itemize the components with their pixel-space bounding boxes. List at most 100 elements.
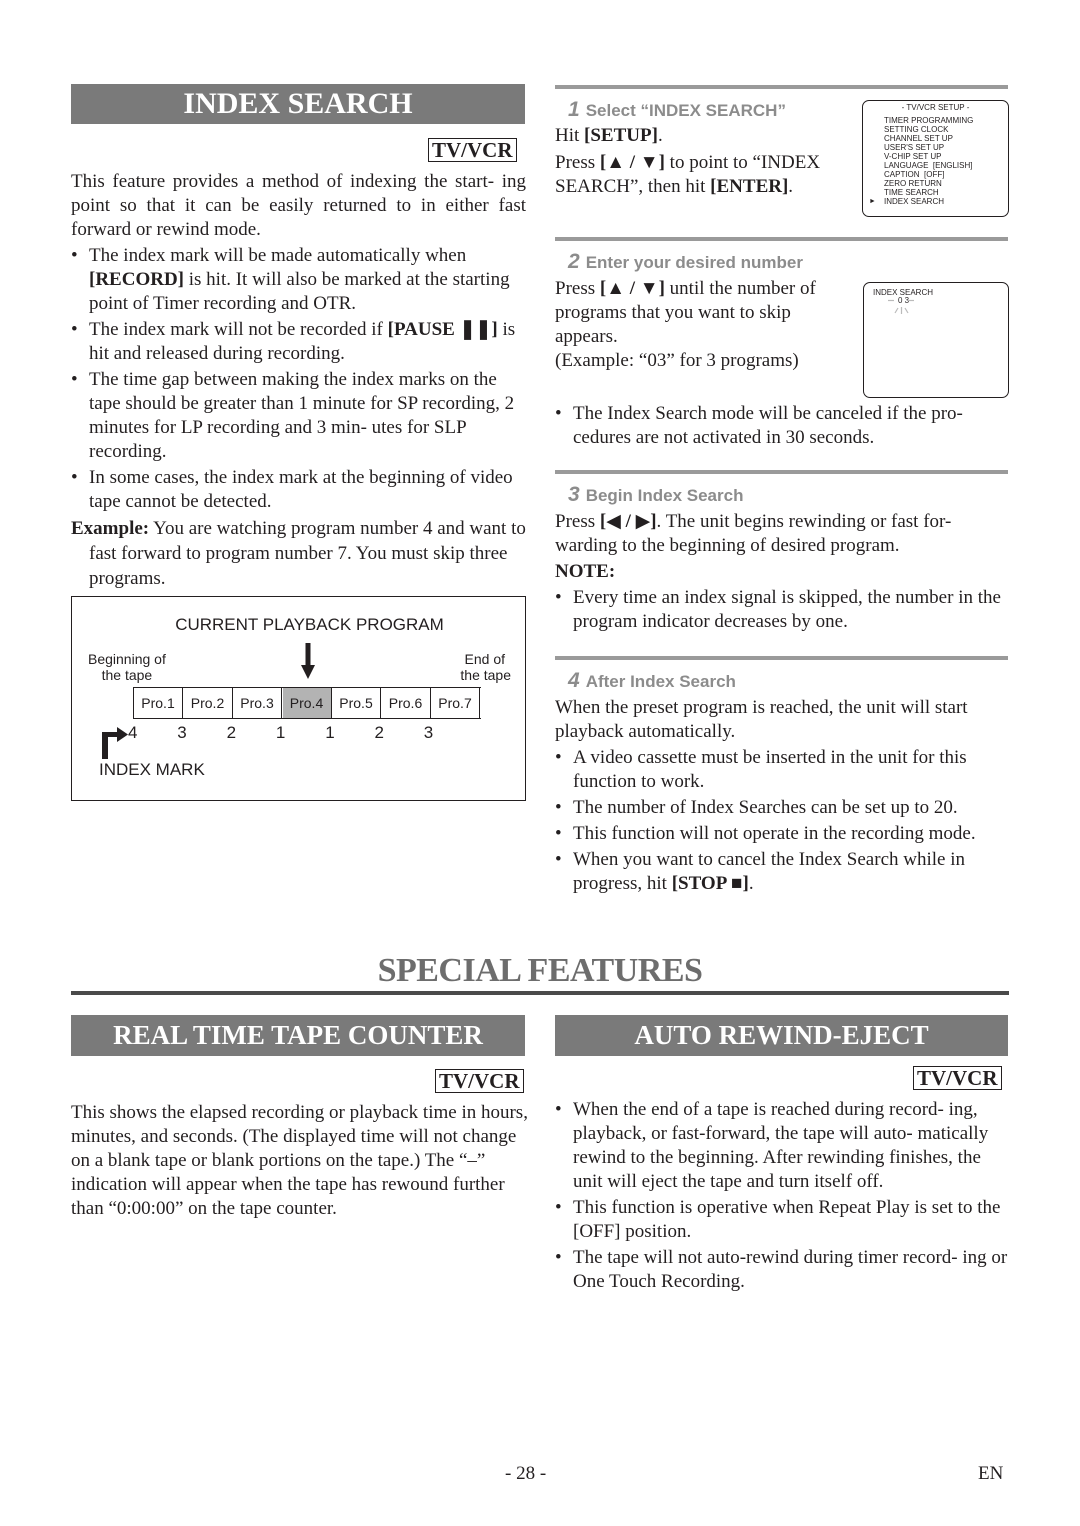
step-number: 3 xyxy=(568,483,580,506)
up-down-key: [▲ / ▼] xyxy=(599,152,665,173)
bullet-text: The index mark will not be recorded if xyxy=(89,319,388,340)
special-features-rule xyxy=(71,991,1009,995)
index-number: 2 xyxy=(374,723,384,742)
program-cell: Pro.4 xyxy=(282,688,332,718)
menu-item: SETTING CLOCK xyxy=(884,125,949,134)
step-2-bullet: The Index Search mode will be canceled i… xyxy=(555,402,1008,450)
label-line: the tape xyxy=(460,667,511,683)
step-4-divider xyxy=(555,656,1008,660)
text: . xyxy=(657,125,663,146)
tv-vcr-badge: TV/VCR xyxy=(913,1066,1002,1090)
example-label: Example: xyxy=(71,518,150,539)
program-cell: Pro.5 xyxy=(332,688,381,718)
step-number: 4 xyxy=(568,669,580,692)
menu-item: USER'S SET UP xyxy=(884,143,945,152)
menu-item: TIMER PROGRAMMING xyxy=(884,116,974,125)
program-strip: Pro.1 Pro.2 Pro.3 Pro.4 Pro.5 Pro.6 Pro.7 xyxy=(133,687,481,719)
index-mark-diagram: CURRENT PLAYBACK PROGRAM Beginning of th… xyxy=(71,596,526,801)
step-4-heading: 4 After Index Search xyxy=(568,669,736,693)
step-title: Select “INDEX SEARCH” xyxy=(585,101,786,120)
text: Press xyxy=(555,152,600,173)
index-number: 1 xyxy=(325,723,335,742)
step-1-heading: 1 Select “INDEX SEARCH” xyxy=(568,98,786,122)
bullet-text: When you want to cancel the Index Search… xyxy=(573,849,965,894)
menu-item: ZERO RETURN xyxy=(884,179,942,188)
step-1-divider xyxy=(555,85,1008,89)
index-number: 4 xyxy=(128,723,138,742)
language-code: EN xyxy=(978,1463,1004,1484)
bullet-item: The number of Index Searches can be set … xyxy=(555,796,1010,820)
menu-list: TIMER PROGRAMMING SETTING CLOCK CHANNEL SE… xyxy=(863,116,1008,206)
example-paragraph: Example: You are watching program number… xyxy=(71,516,526,591)
tv-vcr-badge: TV/VCR xyxy=(428,138,517,162)
page-number: - 28 - xyxy=(505,1463,547,1484)
current-program-arrow-icon xyxy=(301,643,315,684)
index-number: 1 xyxy=(275,723,286,742)
label-line: Beginning of xyxy=(88,651,166,667)
menu-header: - TV/VCR SETUP - xyxy=(901,103,970,112)
menu-item: CHANNEL SET UP xyxy=(884,134,953,143)
menu-item: TIME SEARCH xyxy=(884,188,939,197)
bullet-text: The index mark will be made automaticall… xyxy=(89,245,467,266)
step-2-divider xyxy=(555,237,1008,241)
program-cell: Pro.3 xyxy=(233,688,282,718)
index-number-row: 4 3 2 1 1 2 3 xyxy=(72,723,525,745)
enter-key: [ENTER] xyxy=(710,176,789,197)
step-3-text: Press [◀ / ▶]. The unit begins rewinding… xyxy=(555,510,1005,634)
index-mark-label: INDEX MARK xyxy=(99,760,205,779)
index-search-intro: This feature provides a method of indexi… xyxy=(71,171,526,240)
step-3-instruction: Press [◀ / ▶]. The unit begins rewinding… xyxy=(555,510,1005,558)
text: Press xyxy=(555,511,600,532)
diagram-title: CURRENT PLAYBACK PROGRAM xyxy=(175,615,444,634)
text: . xyxy=(788,176,794,197)
setup-key: [SETUP] xyxy=(584,125,658,146)
menu-item: CAPTION [OFF] xyxy=(884,170,945,179)
index-search-title: INDEX SEARCH xyxy=(71,84,525,124)
bullet-text: The number of Index Searches can be set … xyxy=(573,797,958,818)
blink-icon xyxy=(886,296,918,318)
index-number: 3 xyxy=(423,723,434,742)
real-time-counter-text: This shows the elapsed recording or play… xyxy=(71,1102,528,1219)
auto-rewind-eject-title: AUTO REWIND-EJECT xyxy=(555,1015,1008,1056)
bullet-item: The time gap between making the index ma… xyxy=(71,368,526,464)
text: Press xyxy=(555,278,600,299)
step-1-line-2: Press [▲ / ▼] to point to “INDEX SEARCH”… xyxy=(555,151,850,199)
auto-rewind-bullets: When the end of a tape is reached during… xyxy=(555,1098,1010,1294)
menu-item: LANGUAGE [ENGLISH] xyxy=(884,161,973,170)
bullet-text: The time gap between making the index ma… xyxy=(89,369,515,462)
setup-menu-screen: - TV/VCR SETUP - TIMER PROGRAMMING SETTIN… xyxy=(862,100,1009,217)
bullet-item: In some cases, the index mark at the beg… xyxy=(71,466,526,514)
rew-ff-key: [◀ / ▶] xyxy=(599,511,657,532)
step-title: Enter your desired number xyxy=(585,253,803,272)
bullet-text: This function will not operate in the re… xyxy=(573,823,976,844)
program-cell: Pro.6 xyxy=(382,688,431,718)
program-cell: Pro.7 xyxy=(431,688,480,718)
index-search-bullets: The index mark will be made automaticall… xyxy=(71,244,526,591)
record-key: [RECORD] xyxy=(89,269,184,290)
stop-key: [STOP ■] xyxy=(671,873,749,894)
pause-key: [PAUSE ❚❚] xyxy=(387,319,498,340)
bullet-item: A video cassette must be inserted in the… xyxy=(555,746,1010,794)
step-1-text: Hit [SETUP]. Press [▲ / ▼] to point to “… xyxy=(555,124,850,199)
up-down-key: [▲ / ▼] xyxy=(599,278,665,299)
step-4-instruction: When the preset program is reached, the … xyxy=(555,697,968,742)
beginning-of-tape-label: Beginning of the tape xyxy=(88,651,166,683)
label-line: the tape xyxy=(101,667,153,683)
menu-cursor-icon: ► xyxy=(869,198,876,205)
bullet-text: . xyxy=(748,873,754,894)
special-features-title: SPECIAL FEATURES xyxy=(377,952,703,989)
note-label-text: NOTE: xyxy=(555,561,616,582)
index-search-screen: INDEX SEARCH 0 3 xyxy=(863,282,1009,398)
index-number: 3 xyxy=(177,723,187,742)
real-time-counter-title: REAL TIME TAPE COUNTER xyxy=(71,1015,525,1056)
step-3-heading: 3 Begin Index Search xyxy=(568,483,743,507)
step-title: Begin Index Search xyxy=(585,486,744,505)
step-title: After Index Search xyxy=(585,672,736,691)
step-2-heading: 2 Enter your desired number xyxy=(568,250,803,274)
step-1-line-1: Hit [SETUP]. xyxy=(555,124,850,148)
program-cell: Pro.2 xyxy=(184,688,233,718)
bullet-item: The index mark will be made automaticall… xyxy=(71,244,526,316)
end-of-tape-label: End of the tape xyxy=(460,651,511,683)
index-number: 2 xyxy=(226,723,237,742)
step-4-text: When the preset program is reached, the … xyxy=(555,696,1010,896)
